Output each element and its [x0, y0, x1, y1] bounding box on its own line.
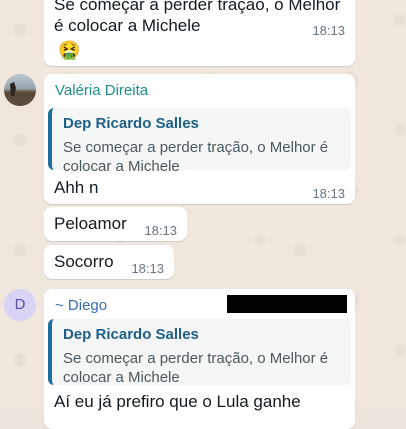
sender-name[interactable]: Valéria Direita [55, 82, 148, 99]
profile-photo-icon [4, 82, 36, 106]
message-text: Peloamor [54, 214, 127, 233]
redacted-phone-bar [227, 295, 347, 313]
message-time: 18:13 [144, 223, 177, 238]
message-text: Aí eu já prefiro que o Lula ganhe [54, 392, 301, 411]
avatar[interactable] [4, 74, 36, 106]
message-bubble[interactable]: Socorro 18:13 [44, 245, 174, 279]
message-time: 18:13 [312, 186, 345, 201]
message-text: Se começar a perder tração, o Melhor é c… [54, 0, 341, 35]
message-bubble[interactable]: Se começar a perder tração, o Melhor é c… [44, 0, 355, 66]
message-text: Socorro [54, 252, 114, 271]
message-time: 18:13 [131, 261, 164, 276]
quote-text: Se começar a perder tração, o Melhor é c… [63, 350, 329, 386]
sender-name[interactable]: ~ Diego [55, 297, 107, 314]
avatar-initial: D [14, 296, 26, 313]
message-bubble[interactable]: ~ Diego Dep Ricardo Salles Se começar a … [44, 289, 355, 429]
message-text: Ahh n [54, 178, 99, 197]
message-bubble[interactable]: Peloamor 18:13 [44, 207, 187, 241]
quote-author: Dep Ricardo Salles [63, 326, 199, 343]
quoted-message[interactable]: Dep Ricardo Salles Se começar a perder t… [48, 319, 351, 386]
quote-text: Se começar a perder tração, o Melhor é c… [63, 139, 329, 175]
message-time: 18:13 [312, 23, 345, 38]
quoted-message[interactable]: Dep Ricardo Salles Se começar a perder t… [48, 108, 351, 175]
vomiting-face-emoji: 🤮 [58, 40, 81, 60]
quote-author: Dep Ricardo Salles [63, 115, 199, 132]
message-bubble[interactable]: Valéria Direita Dep Ricardo Salles Se co… [44, 74, 355, 204]
avatar[interactable]: D [4, 289, 36, 321]
